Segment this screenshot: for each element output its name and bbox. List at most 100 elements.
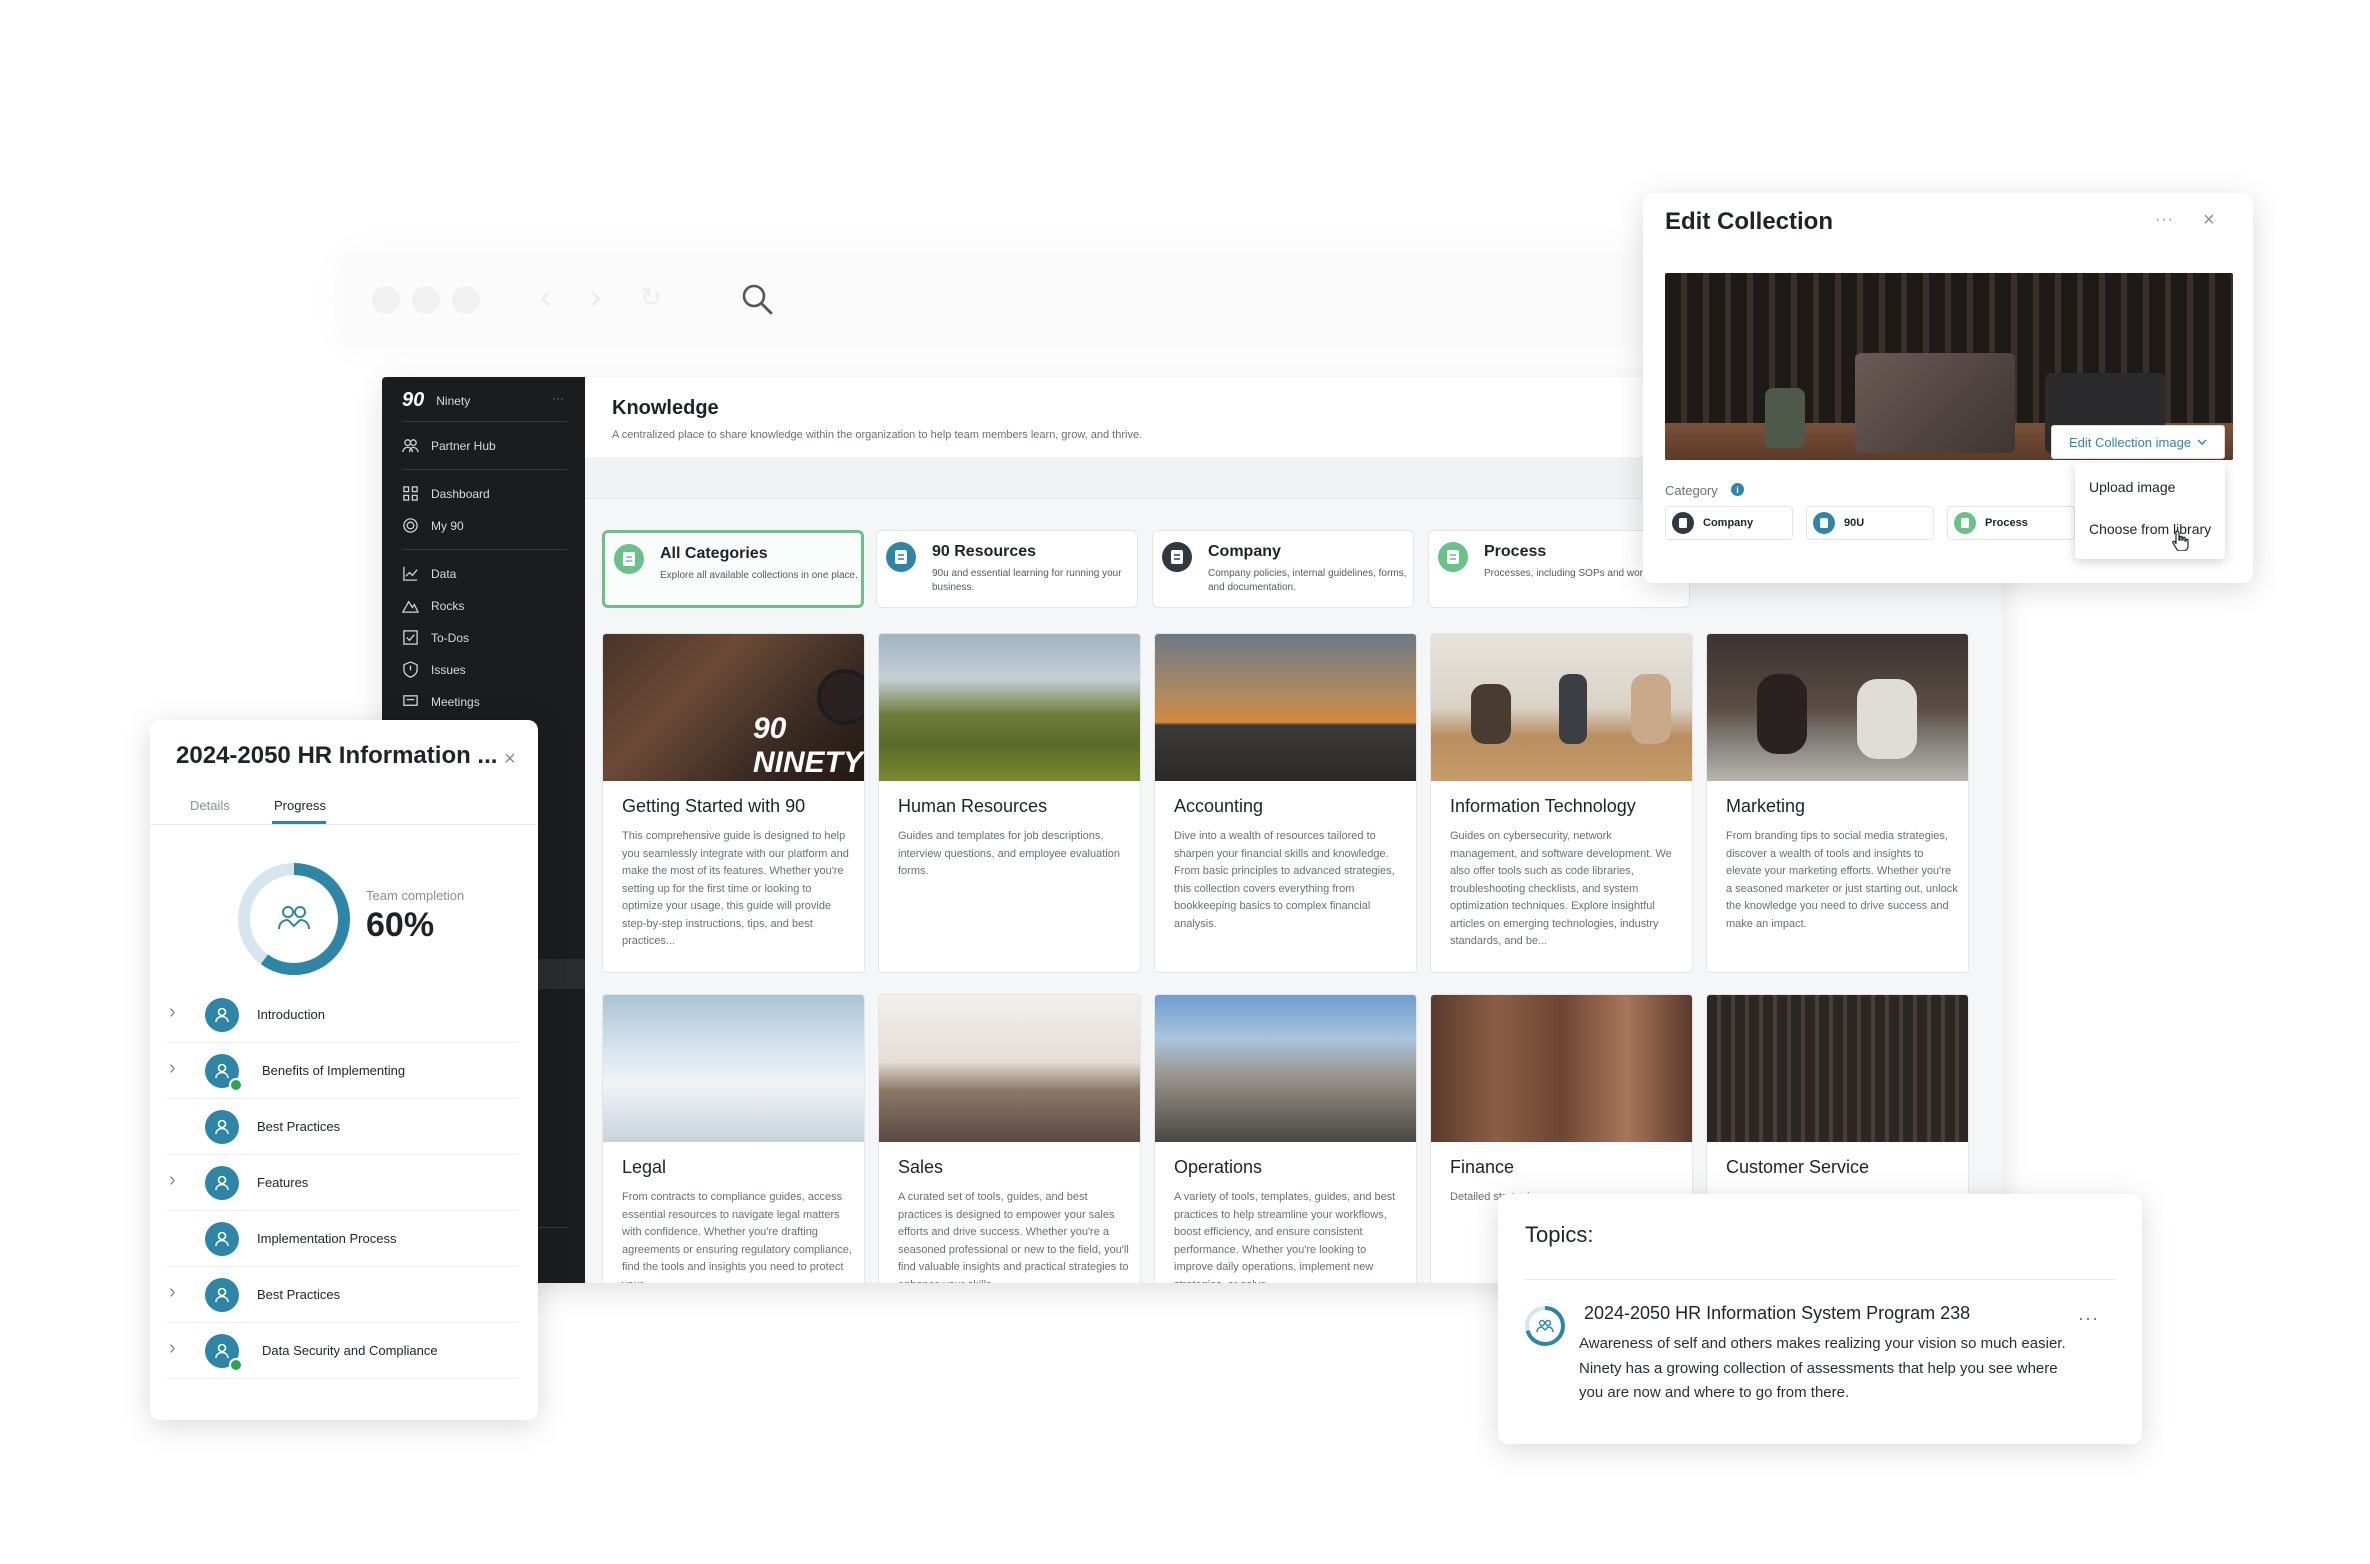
category-desc: Company policies, internal guidelines, f… <box>1208 568 1407 593</box>
more-icon[interactable]: ··· <box>2155 211 2174 229</box>
sidebar-item-meetings[interactable]: Meetings <box>402 693 480 710</box>
completion-value: 60% <box>366 906 435 944</box>
menu-item-choose-from-library[interactable]: Choose from library <box>2089 521 2211 537</box>
document-icon <box>1162 542 1192 572</box>
collection-title: Customer Service <box>1726 1157 1870 1177</box>
chevron-right-icon[interactable]: › <box>169 1337 176 1360</box>
collection-card-marketing[interactable]: Marketing From branding tips to social m… <box>1706 633 1969 973</box>
team-icon <box>1536 1319 1554 1333</box>
topic-row[interactable]: Implementation Process <box>167 1211 519 1267</box>
collection-desc: Guides and templates for job description… <box>898 830 1120 877</box>
chevron-right-icon[interactable]: › <box>169 1001 176 1024</box>
edit-collection-panel: Edit Collection ··· × Edit Collection im… <box>1643 193 2253 583</box>
document-icon <box>1813 512 1835 534</box>
sidebar-item-label: Meetings <box>431 694 480 709</box>
collection-desc: Guides on cybersecurity, network managem… <box>1450 830 1672 947</box>
check-icon <box>229 1358 243 1372</box>
reload-icon: ↻ <box>640 282 662 312</box>
menu-item-upload-image[interactable]: Upload image <box>2089 479 2175 495</box>
collection-card-sales[interactable]: Sales A curated set of tools, guides, an… <box>878 994 1141 1283</box>
chevron-right-icon[interactable]: › <box>169 1281 176 1304</box>
category-chip-90u[interactable]: 90U <box>1806 506 1934 540</box>
user-icon <box>205 1110 239 1144</box>
browser-chrome: ‹ › ↻ <box>340 252 1680 348</box>
sidebar-item-data[interactable]: Data <box>402 565 456 582</box>
sidebar-item-label: Issues <box>431 662 466 677</box>
info-icon[interactable]: i <box>1731 483 1744 496</box>
topic-row[interactable]: › Best Practices <box>167 1267 519 1323</box>
category-card-company[interactable]: Company Company policies, internal guide… <box>1152 530 1414 608</box>
search-icon[interactable] <box>740 282 774 316</box>
divider <box>1525 1279 2115 1280</box>
topic-row[interactable]: › Benefits of Implementing <box>167 1043 519 1099</box>
page-subtitle: A centralized place to share knowledge w… <box>612 429 1143 441</box>
sidebar-item-label: Partner Hub <box>431 438 496 453</box>
sidebar-item-issues[interactable]: Issues <box>402 661 466 678</box>
collection-card-legal[interactable]: Legal From contracts to compliance guide… <box>602 994 865 1283</box>
collection-card-information-technology[interactable]: Information Technology Guides on cyberse… <box>1430 633 1693 973</box>
topic-description: Awareness of self and others makes reali… <box>1579 1335 2066 1401</box>
category-card-90-resources[interactable]: 90 Resources 90u and essential learning … <box>876 530 1138 608</box>
category-desc: 90u and essential learning for running y… <box>932 568 1122 593</box>
topic-row[interactable]: › Introduction <box>167 987 519 1043</box>
sidebar-item-rocks[interactable]: Rocks <box>402 597 464 614</box>
collection-title: Operations <box>1174 1157 1263 1177</box>
sidebar-item-label: To-Dos <box>431 630 470 645</box>
topic-label: Implementation Process <box>257 1231 397 1246</box>
close-icon[interactable]: × <box>2203 209 2215 232</box>
collection-desc: A curated set of tools, guides, and best… <box>898 1191 1129 1283</box>
active-tab-indicator <box>272 821 326 824</box>
collection-title: Finance <box>1450 1157 1515 1177</box>
chevron-right-icon[interactable]: › <box>169 1057 176 1080</box>
category-chip-company[interactable]: Company <box>1665 506 1793 540</box>
topic-title[interactable]: 2024-2050 HR Information System Program … <box>1584 1303 1970 1324</box>
tab-details[interactable]: Details <box>190 798 230 813</box>
panel-title: Edit Collection <box>1665 208 1833 235</box>
more-icon[interactable]: ··· <box>2078 1308 2099 1329</box>
sidebar-item-todos[interactable]: To-Dos <box>402 629 469 646</box>
document-icon <box>1954 512 1976 534</box>
document-icon <box>1672 512 1694 534</box>
topic-row[interactable]: › Features <box>167 1155 519 1211</box>
sidebar-item-dashboard[interactable]: Dashboard <box>402 485 490 502</box>
window-dot <box>412 286 440 314</box>
collection-image <box>1155 634 1416 781</box>
more-icon[interactable]: ··· <box>552 391 564 405</box>
collection-card-human-resources[interactable]: Human Resources Guides and templates for… <box>878 633 1141 973</box>
hr-progress-panel: 2024-2050 HR Information ... × Details P… <box>150 720 538 1420</box>
sidebar-item-my90[interactable]: My 90 <box>402 517 464 534</box>
team-icon <box>278 906 310 930</box>
chevron-right-icon[interactable]: › <box>169 1169 176 1192</box>
topic-label: Features <box>257 1175 309 1190</box>
sidebar-item-label: Data <box>431 566 457 581</box>
edit-collection-image-button[interactable]: Edit Collection image <box>2051 425 2225 459</box>
tab-progress[interactable]: Progress <box>274 798 326 813</box>
document-icon <box>1438 542 1468 572</box>
user-icon <box>205 1278 239 1312</box>
collection-card-getting-started[interactable]: 90 NINETY Getting Started with 90 This c… <box>602 633 865 973</box>
collection-card-accounting[interactable]: Accounting Dive into a wealth of resourc… <box>1154 633 1417 973</box>
ninety-logo-icon: 90 <box>402 389 425 411</box>
brand[interactable]: 90 Ninety <box>402 389 470 412</box>
chip-label: 90U <box>1844 517 1865 529</box>
topic-label: Introduction <box>257 1007 325 1022</box>
topic-row[interactable]: › Data Security and Compliance <box>167 1323 519 1379</box>
panel-title: Topics: <box>1525 1222 1594 1247</box>
back-icon: ‹ <box>540 278 552 316</box>
shield-icon <box>403 661 418 678</box>
topic-row[interactable]: Best Practices <box>167 1099 519 1155</box>
chip-label: Company <box>1703 517 1754 529</box>
collection-card-operations[interactable]: Operations A variety of tools, templates… <box>1154 994 1417 1283</box>
collection-image <box>1707 634 1968 781</box>
sidebar-item-partner-hub[interactable]: Partner Hub <box>402 437 496 454</box>
meeting-icon <box>403 695 418 706</box>
collection-image <box>879 634 1140 781</box>
category-card-all[interactable]: All Categories Explore all available col… <box>602 530 864 608</box>
category-name: Company <box>1208 543 1281 560</box>
window-dot <box>452 286 480 314</box>
collection-image <box>879 995 1140 1142</box>
close-icon[interactable]: × <box>504 748 516 771</box>
category-chip-process[interactable]: Process <box>1947 506 2075 540</box>
mountain-icon <box>402 600 419 613</box>
checkbox-icon <box>403 630 418 645</box>
